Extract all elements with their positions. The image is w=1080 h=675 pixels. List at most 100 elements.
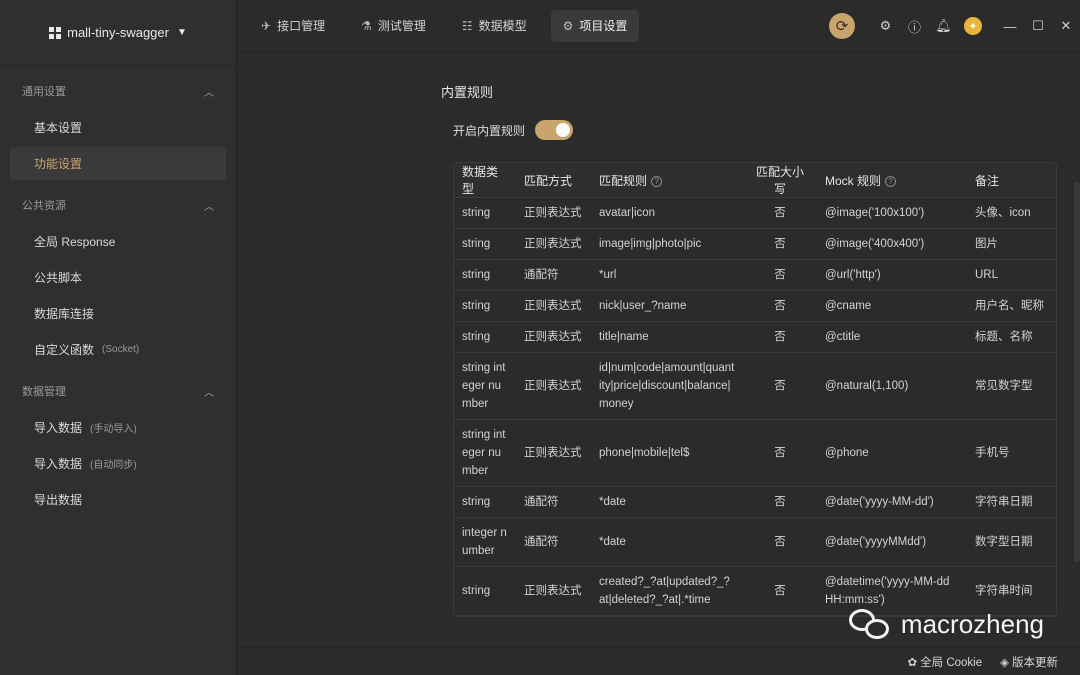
- watermark-text: macrozheng: [900, 608, 1044, 639]
- table-cell: 通配符: [516, 517, 591, 567]
- sidebar-item-basic-settings[interactable]: 基本设置: [10, 111, 226, 144]
- sidebar-item-custom-functions[interactable]: 自定义函数 (Socket): [10, 333, 226, 366]
- sidebar-item-label: 公共脚本: [34, 271, 83, 285]
- table-cell: 正则表达式: [516, 321, 591, 353]
- avatar[interactable]: ✦: [964, 17, 982, 35]
- column-header: 匹配方式: [516, 163, 591, 198]
- table-cell: @ctitle: [817, 321, 967, 353]
- table-cell: string: [454, 290, 516, 322]
- bell-icon[interactable]: 🔔︎: [929, 18, 958, 34]
- table-cell: 字符串日期: [967, 486, 1056, 518]
- tab-test-management[interactable]: ⚗ 测试管理: [349, 10, 438, 42]
- table-cell: string: [454, 321, 516, 353]
- settings-icon[interactable]: ⚙: [871, 18, 900, 34]
- tab-api-management[interactable]: ✈ 接口管理: [249, 10, 337, 42]
- table-cell: 正则表达式: [516, 228, 591, 260]
- table-cell: integer number: [454, 517, 516, 567]
- builtin-rules-toggle[interactable]: [535, 120, 574, 140]
- table-cell: string integer number: [454, 352, 516, 420]
- toggle-label: 开启内置规则: [453, 123, 526, 138]
- table-cell: string integer number: [454, 419, 516, 487]
- table-cell: 否: [743, 566, 817, 616]
- table-row[interactable]: string 通配符 *date 否 @date('yyyy-MM-dd') 字符串日期: [454, 486, 1056, 518]
- table-cell: 用户名、昵称: [967, 290, 1056, 322]
- sidebar-item-sublabel: (手动导入): [90, 424, 137, 435]
- sync-icon[interactable]: ⟳: [829, 13, 855, 39]
- sidebar: mall-tiny-swagger ▼ 通用设置 ︿ 基本设置 功能设置 公共资…: [0, 0, 237, 675]
- sidebar-item-db-connections[interactable]: 数据库连接: [10, 297, 226, 330]
- sidebar-item-label: 数据库连接: [34, 307, 95, 321]
- close-icon[interactable]: ✕: [1052, 18, 1080, 34]
- project-name: mall-tiny-swagger: [67, 25, 169, 40]
- table-cell: 常见数字型: [967, 352, 1056, 420]
- table-cell: 否: [743, 321, 817, 353]
- cookie-icon: ✿: [907, 656, 918, 669]
- table-cell: string: [454, 566, 516, 616]
- table-cell: string: [454, 228, 516, 260]
- table-cell: 正则表达式: [516, 290, 591, 322]
- table-cell: @image('400x400'): [817, 228, 967, 260]
- sidebar-item-sublabel: (自动同步): [90, 460, 137, 471]
- table-row[interactable]: string integer number 正则表达式 id|num|code|am…: [454, 352, 1056, 420]
- version-update-button[interactable]: ◈ 版本更新: [1000, 654, 1058, 670]
- project-switcher[interactable]: mall-tiny-swagger ▼: [0, 0, 236, 66]
- chevron-up-icon: ︿: [204, 387, 214, 399]
- table-row[interactable]: string integer number 正则表达式 phone|mobile|t…: [454, 419, 1056, 487]
- sidebar-item-public-scripts[interactable]: 公共脚本: [10, 261, 226, 294]
- table-cell: 正则表达式: [516, 566, 591, 616]
- sidebar-item-label: 全局 Response: [34, 235, 116, 249]
- table-cell: 否: [743, 228, 817, 260]
- global-cookie-button[interactable]: ✿ 全局 Cookie: [908, 654, 983, 670]
- column-header: Mock 规则?: [817, 163, 967, 198]
- sidebar-item-import-auto[interactable]: 导入数据 (自动同步): [10, 447, 226, 480]
- minimize-icon[interactable]: —: [996, 19, 1024, 34]
- table-cell: 通配符: [516, 486, 591, 518]
- table-cell: string: [454, 197, 516, 229]
- sidebar-item-label: 导入数据: [34, 421, 83, 435]
- table-row[interactable]: string 通配符 *url 否 @url('http') URL: [454, 259, 1056, 291]
- table-row[interactable]: string 正则表达式 nick|user_?name 否 @cname 用户名、昵称: [454, 290, 1056, 322]
- table-cell: URL: [967, 259, 1056, 291]
- table-row[interactable]: string 正则表达式 title|name 否 @ctitle 标题、名称: [454, 321, 1056, 353]
- sidebar-item-import-manual[interactable]: 导入数据 (手动导入): [10, 411, 226, 444]
- group-header-general[interactable]: 通用设置 ︿: [0, 74, 236, 108]
- tab-project-settings[interactable]: ⚙ 项目设置: [550, 9, 640, 42]
- sidebar-item-feature-settings[interactable]: 功能设置: [10, 147, 226, 180]
- table-cell: 数字型日期: [967, 517, 1056, 567]
- table-cell: 正则表达式: [516, 352, 591, 420]
- group-title: 公共资源: [22, 200, 66, 212]
- table-cell: @phone: [817, 419, 967, 487]
- sidebar-item-sublabel: (Socket): [102, 344, 140, 355]
- table-cell: @natural(1,100): [817, 352, 967, 420]
- table-cell: @cname: [817, 290, 967, 322]
- group-header-public-resources[interactable]: 公共资源 ︿: [0, 188, 236, 222]
- grid-icon: [49, 26, 62, 39]
- maximize-icon[interactable]: ☐: [1024, 18, 1052, 34]
- table-cell: string: [454, 259, 516, 291]
- wechat-icon: [848, 607, 893, 641]
- help-icon[interactable]: ⓘ: [900, 17, 929, 36]
- help-icon[interactable]: ?: [885, 175, 897, 187]
- tab-label: 项目设置: [579, 19, 628, 33]
- group-header-data-management[interactable]: 数据管理 ︿: [0, 374, 236, 408]
- hierarchy-icon: ☷: [461, 18, 473, 33]
- table-row[interactable]: integer number 通配符 *date 否 @date('yyyyMMdd')…: [454, 517, 1056, 567]
- table-row[interactable]: string 正则表达式 image|img|photo|pic 否 @image('4…: [454, 228, 1056, 260]
- sidebar-item-label: 功能设置: [34, 157, 83, 171]
- table-cell: 否: [743, 290, 817, 322]
- footer-label: 全局 Cookie: [920, 656, 983, 669]
- builtin-rules-toggle-row: 开启内置规则: [453, 120, 574, 140]
- table-cell: @image('100x100'): [817, 197, 967, 229]
- table-cell: @date('yyyy-MM-dd'): [817, 486, 967, 518]
- tab-data-model[interactable]: ☷ 数据模型: [450, 10, 539, 42]
- table-cell: 正则表达式: [516, 419, 591, 487]
- flask-icon: ⚗: [361, 18, 372, 33]
- sidebar-item-global-response[interactable]: 全局 Response: [10, 225, 226, 258]
- sidebar-item-label: 基本设置: [34, 121, 83, 135]
- table-cell: 否: [743, 352, 817, 420]
- sidebar-item-export[interactable]: 导出数据: [10, 483, 226, 516]
- help-icon[interactable]: ?: [651, 175, 663, 187]
- scrollbar[interactable]: [1074, 182, 1080, 562]
- table-row[interactable]: string 正则表达式 avatar|icon 否 @image('100x100')…: [454, 197, 1056, 229]
- table-cell: 头像、icon: [967, 197, 1056, 229]
